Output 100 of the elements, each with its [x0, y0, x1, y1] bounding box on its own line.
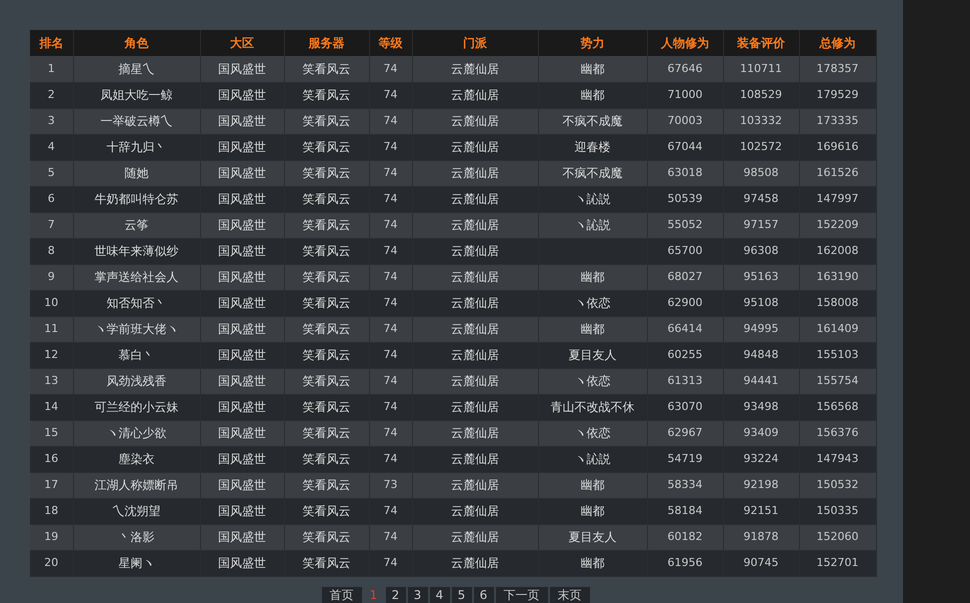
- table-cell: 161526: [799, 160, 876, 186]
- table-cell: 国风盛世: [200, 56, 284, 82]
- table-cell: 十辞九归丶: [73, 134, 200, 160]
- table-cell: 国风盛世: [200, 160, 284, 186]
- table-cell: 笑看风云: [284, 108, 369, 134]
- table-cell: 丶洛影: [73, 524, 200, 550]
- table-cell: ヽ訫説: [538, 212, 647, 238]
- table-cell: 笑看风云: [284, 134, 369, 160]
- table-cell: 74: [369, 524, 412, 550]
- table-cell: 笑看风云: [284, 498, 369, 524]
- table-cell: 74: [369, 108, 412, 134]
- table-cell: 97458: [723, 186, 799, 212]
- table-cell: ヽ依恋: [538, 368, 647, 394]
- table-cell: 20: [30, 550, 73, 576]
- table-cell: 58184: [647, 498, 723, 524]
- table-cell: 17: [30, 472, 73, 498]
- table-cell: 93224: [723, 446, 799, 472]
- table-cell: 103332: [723, 108, 799, 134]
- table-cell: 国风盛世: [200, 368, 284, 394]
- pagination-link[interactable]: 首页: [322, 586, 362, 602]
- table-cell: 国风盛世: [200, 472, 284, 498]
- table-cell: 笑看风云: [284, 472, 369, 498]
- table-cell: 云麓仙居: [412, 524, 538, 550]
- table-cell: 牛奶都叫特仑苏: [73, 186, 200, 212]
- table-cell: 150335: [799, 498, 876, 524]
- table-cell: 笑看风云: [284, 186, 369, 212]
- table-cell: 61313: [647, 368, 723, 394]
- table-cell: 国风盛世: [200, 290, 284, 316]
- table-cell: 云麓仙居: [412, 160, 538, 186]
- table-cell: 笑看风云: [284, 446, 369, 472]
- table-cell: 70003: [647, 108, 723, 134]
- page-number[interactable]: 5: [452, 586, 472, 602]
- table-cell: 云麓仙居: [412, 420, 538, 446]
- table-cell: 54719: [647, 446, 723, 472]
- table-cell: 迎春楼: [538, 134, 647, 160]
- pagination-link[interactable]: 末页: [550, 586, 590, 602]
- table-cell: 11: [30, 316, 73, 342]
- table-cell: ヽ訫説: [538, 446, 647, 472]
- table-cell: 笑看风云: [284, 56, 369, 82]
- table-cell: 国风盛世: [200, 264, 284, 290]
- table-cell: 云筝: [73, 212, 200, 238]
- table-cell: 笑看风云: [284, 264, 369, 290]
- table-cell: 74: [369, 420, 412, 446]
- table-cell: 随她: [73, 160, 200, 186]
- table-cell: 云麓仙居: [412, 108, 538, 134]
- table-cell: 笑看风云: [284, 160, 369, 186]
- table-cell: 102572: [723, 134, 799, 160]
- table-cell: 155754: [799, 368, 876, 394]
- page-number[interactable]: 2: [386, 586, 406, 602]
- table-cell: 掌声送给社会人: [73, 264, 200, 290]
- table-cell: 凤姐大吃一鲸: [73, 82, 200, 108]
- table-cell: 云麓仙居: [412, 238, 538, 264]
- table-cell: 97157: [723, 212, 799, 238]
- table-cell: 178357: [799, 56, 876, 82]
- table-cell: 163190: [799, 264, 876, 290]
- page-number[interactable]: 3: [408, 586, 428, 602]
- table-cell: 云麓仙居: [412, 134, 538, 160]
- page-number[interactable]: 4: [430, 586, 450, 602]
- table-cell: 60255: [647, 342, 723, 368]
- table-cell: 6: [30, 186, 73, 212]
- table-cell: 96308: [723, 238, 799, 264]
- table-cell: 67646: [647, 56, 723, 82]
- table-cell: 94441: [723, 368, 799, 394]
- table-cell: 65700: [647, 238, 723, 264]
- table-cell: 16: [30, 446, 73, 472]
- table-cell: 云麓仙居: [412, 56, 538, 82]
- table-cell: 161409: [799, 316, 876, 342]
- table-cell: 国风盛世: [200, 498, 284, 524]
- table-cell: 74: [369, 316, 412, 342]
- table-cell: 74: [369, 498, 412, 524]
- table-cell: 14: [30, 394, 73, 420]
- table-cell: ヽ依恋: [538, 290, 647, 316]
- table-cell: 158008: [799, 290, 876, 316]
- table-cell: 74: [369, 134, 412, 160]
- table-cell: 74: [369, 550, 412, 576]
- table-cell: 94995: [723, 316, 799, 342]
- table-cell: 国风盛世: [200, 446, 284, 472]
- table-cell: 慕白丶: [73, 342, 200, 368]
- table-cell: 3: [30, 108, 73, 134]
- table-cell: 9: [30, 264, 73, 290]
- table-cell: 乀沈朔望: [73, 498, 200, 524]
- table-cell: 62967: [647, 420, 723, 446]
- table-cell: 73: [369, 472, 412, 498]
- table-cell: 5: [30, 160, 73, 186]
- table-cell: 95163: [723, 264, 799, 290]
- table-cell: 152209: [799, 212, 876, 238]
- table-cell: 云麓仙居: [412, 212, 538, 238]
- table-cell: 74: [369, 394, 412, 420]
- table-cell: 夏目友人: [538, 342, 647, 368]
- table-cell: 云麓仙居: [412, 472, 538, 498]
- table-cell: 61956: [647, 550, 723, 576]
- table-cell: 169616: [799, 134, 876, 160]
- table-cell: 云麓仙居: [412, 264, 538, 290]
- table-cell: 云麓仙居: [412, 290, 538, 316]
- table-cell: 95108: [723, 290, 799, 316]
- table-cell: 150532: [799, 472, 876, 498]
- table-cell: 94848: [723, 342, 799, 368]
- page-number[interactable]: 6: [474, 586, 494, 602]
- table-cell: 国风盛世: [200, 394, 284, 420]
- pagination-link[interactable]: 下一页: [496, 586, 548, 602]
